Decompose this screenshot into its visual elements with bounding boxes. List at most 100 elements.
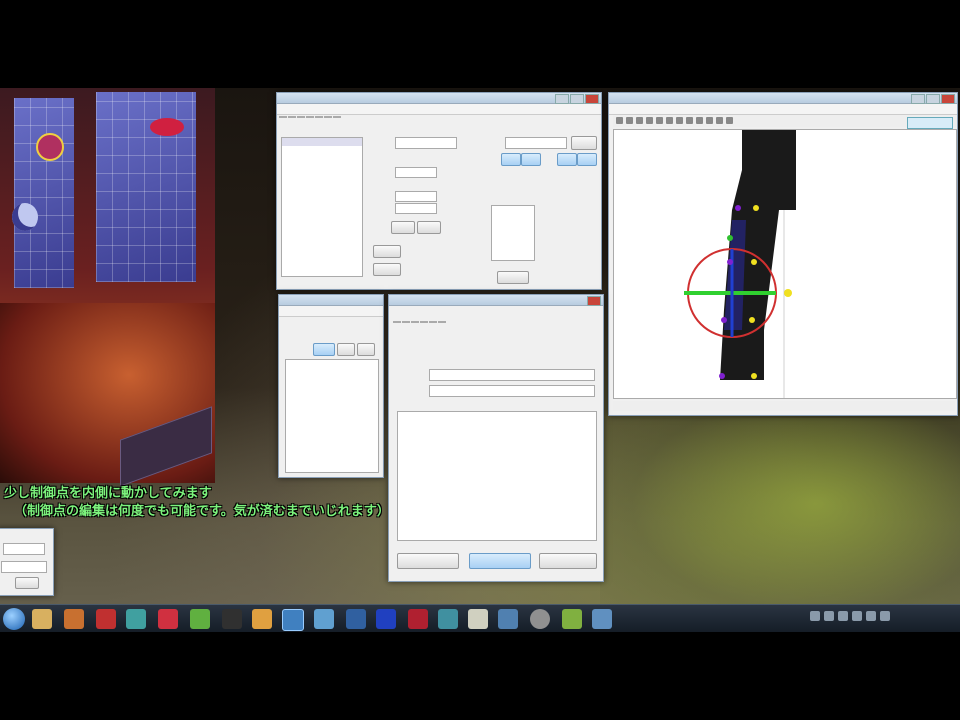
setting-button-4[interactable] bbox=[373, 263, 401, 276]
tool-icon[interactable] bbox=[706, 117, 713, 124]
viewport-canvas[interactable] bbox=[614, 130, 956, 398]
tray-icon[interactable] bbox=[852, 611, 862, 621]
tool-icon[interactable] bbox=[696, 117, 703, 124]
plugin-tab-2[interactable] bbox=[402, 321, 410, 323]
tab-3[interactable] bbox=[297, 116, 305, 118]
control-point[interactable] bbox=[753, 205, 759, 211]
plugin-tab-1[interactable] bbox=[393, 321, 401, 323]
name-en-field[interactable] bbox=[505, 137, 567, 149]
setting-button-2[interactable] bbox=[417, 221, 441, 234]
tray-icon[interactable] bbox=[880, 611, 890, 621]
apply-button[interactable] bbox=[497, 271, 529, 284]
plugin-tab-4[interactable] bbox=[420, 321, 428, 323]
plugin-button-3[interactable] bbox=[539, 553, 597, 569]
plugin-dialog-title-bar[interactable] bbox=[389, 295, 603, 306]
tray-icon[interactable] bbox=[866, 611, 876, 621]
object-list[interactable] bbox=[285, 359, 379, 473]
windows-start-icon[interactable] bbox=[3, 608, 25, 630]
tab-5[interactable] bbox=[315, 116, 323, 118]
tool-icon[interactable] bbox=[726, 117, 733, 124]
object-list-title-bar[interactable] bbox=[279, 295, 383, 306]
tab-1[interactable] bbox=[279, 116, 287, 118]
value-field-2[interactable] bbox=[395, 191, 437, 202]
control-point[interactable] bbox=[751, 259, 757, 265]
option-button-2[interactable] bbox=[521, 153, 541, 166]
minimize-icon[interactable] bbox=[911, 94, 925, 104]
close-icon[interactable] bbox=[585, 94, 599, 104]
viewport-title-bar[interactable] bbox=[609, 93, 957, 104]
object-list-mode-button[interactable] bbox=[313, 343, 335, 356]
tool-icon[interactable] bbox=[716, 117, 723, 124]
close-icon[interactable] bbox=[941, 94, 955, 104]
tab-2[interactable] bbox=[288, 116, 296, 118]
taskbar-app-icon[interactable] bbox=[530, 609, 550, 629]
plugin-item-list[interactable] bbox=[397, 411, 597, 541]
taskbar-app-icon[interactable] bbox=[126, 609, 146, 629]
control-point[interactable] bbox=[721, 317, 727, 323]
tray-icon[interactable] bbox=[824, 611, 834, 621]
taskbar-app-icon[interactable] bbox=[592, 609, 612, 629]
taskbar-app-icon[interactable] bbox=[222, 609, 242, 629]
taskbar-app-icon[interactable] bbox=[408, 609, 428, 629]
taskbar-app-icon[interactable] bbox=[282, 609, 304, 631]
setting-button-3[interactable] bbox=[373, 245, 401, 258]
taskbar-app-icon[interactable] bbox=[252, 609, 272, 629]
plugin-tab-6[interactable] bbox=[438, 321, 446, 323]
maximize-icon[interactable] bbox=[926, 94, 940, 104]
dialog-ok-button[interactable] bbox=[15, 577, 39, 589]
taskbar-app-icon[interactable] bbox=[64, 609, 84, 629]
tool-icon[interactable] bbox=[626, 117, 633, 124]
taskbar-app-icon[interactable] bbox=[562, 609, 582, 629]
taskbar-app-icon[interactable] bbox=[438, 609, 458, 629]
control-point[interactable] bbox=[751, 373, 757, 379]
taskbar-app-icon[interactable] bbox=[96, 609, 116, 629]
plugin-button-2[interactable] bbox=[469, 553, 531, 569]
tray-icon[interactable] bbox=[838, 611, 848, 621]
gizmo-handle[interactable] bbox=[784, 289, 792, 297]
taskbar-app-icon[interactable] bbox=[346, 609, 366, 629]
control-point[interactable] bbox=[719, 373, 725, 379]
control-point[interactable] bbox=[749, 317, 755, 323]
tab-6[interactable] bbox=[324, 116, 332, 118]
tool-icon[interactable] bbox=[686, 117, 693, 124]
3d-viewport[interactable] bbox=[613, 129, 957, 399]
taskbar-app-icon[interactable] bbox=[498, 609, 518, 629]
object-list-button-2[interactable] bbox=[337, 343, 355, 356]
name-apply-button[interactable] bbox=[571, 136, 597, 150]
tool-icon[interactable] bbox=[676, 117, 683, 124]
object-list-button-3[interactable] bbox=[357, 343, 375, 356]
option-button-1[interactable] bbox=[501, 153, 521, 166]
minimize-icon[interactable] bbox=[555, 94, 569, 104]
value-field-3[interactable] bbox=[395, 203, 437, 214]
tab-4[interactable] bbox=[306, 116, 314, 118]
taskbar-app-icon[interactable] bbox=[158, 609, 178, 629]
plugin-tab-3[interactable] bbox=[411, 321, 419, 323]
taskbar-app-icon[interactable] bbox=[376, 609, 396, 629]
control-point[interactable] bbox=[727, 259, 733, 265]
plugin-select-1[interactable] bbox=[429, 369, 595, 381]
tray-icon[interactable] bbox=[810, 611, 820, 621]
name-field[interactable] bbox=[395, 137, 457, 149]
tool-icon[interactable] bbox=[666, 117, 673, 124]
tool-icon[interactable] bbox=[616, 117, 623, 124]
setting-button-1[interactable] bbox=[391, 221, 415, 234]
taskbar-app-icon[interactable] bbox=[190, 609, 210, 629]
plugin-button-1[interactable] bbox=[397, 553, 459, 569]
editor-title-bar[interactable] bbox=[277, 93, 601, 104]
tool-icon[interactable] bbox=[646, 117, 653, 124]
bone-tree-list[interactable] bbox=[281, 137, 363, 277]
option-button-4[interactable] bbox=[577, 153, 597, 166]
tool-icon[interactable] bbox=[656, 117, 663, 124]
option-button-3[interactable] bbox=[557, 153, 577, 166]
control-point[interactable] bbox=[735, 205, 741, 211]
close-icon[interactable] bbox=[587, 296, 601, 306]
taskbar-app-icon[interactable] bbox=[32, 609, 52, 629]
value-field-1[interactable] bbox=[395, 167, 437, 178]
taskbar-app-icon[interactable] bbox=[314, 609, 334, 629]
maximize-icon[interactable] bbox=[570, 94, 584, 104]
tab-7[interactable] bbox=[333, 116, 341, 118]
plugin-select-2[interactable] bbox=[429, 385, 595, 397]
taskbar-app-icon[interactable] bbox=[468, 609, 488, 629]
tool-icon[interactable] bbox=[636, 117, 643, 124]
control-point[interactable] bbox=[727, 235, 733, 241]
